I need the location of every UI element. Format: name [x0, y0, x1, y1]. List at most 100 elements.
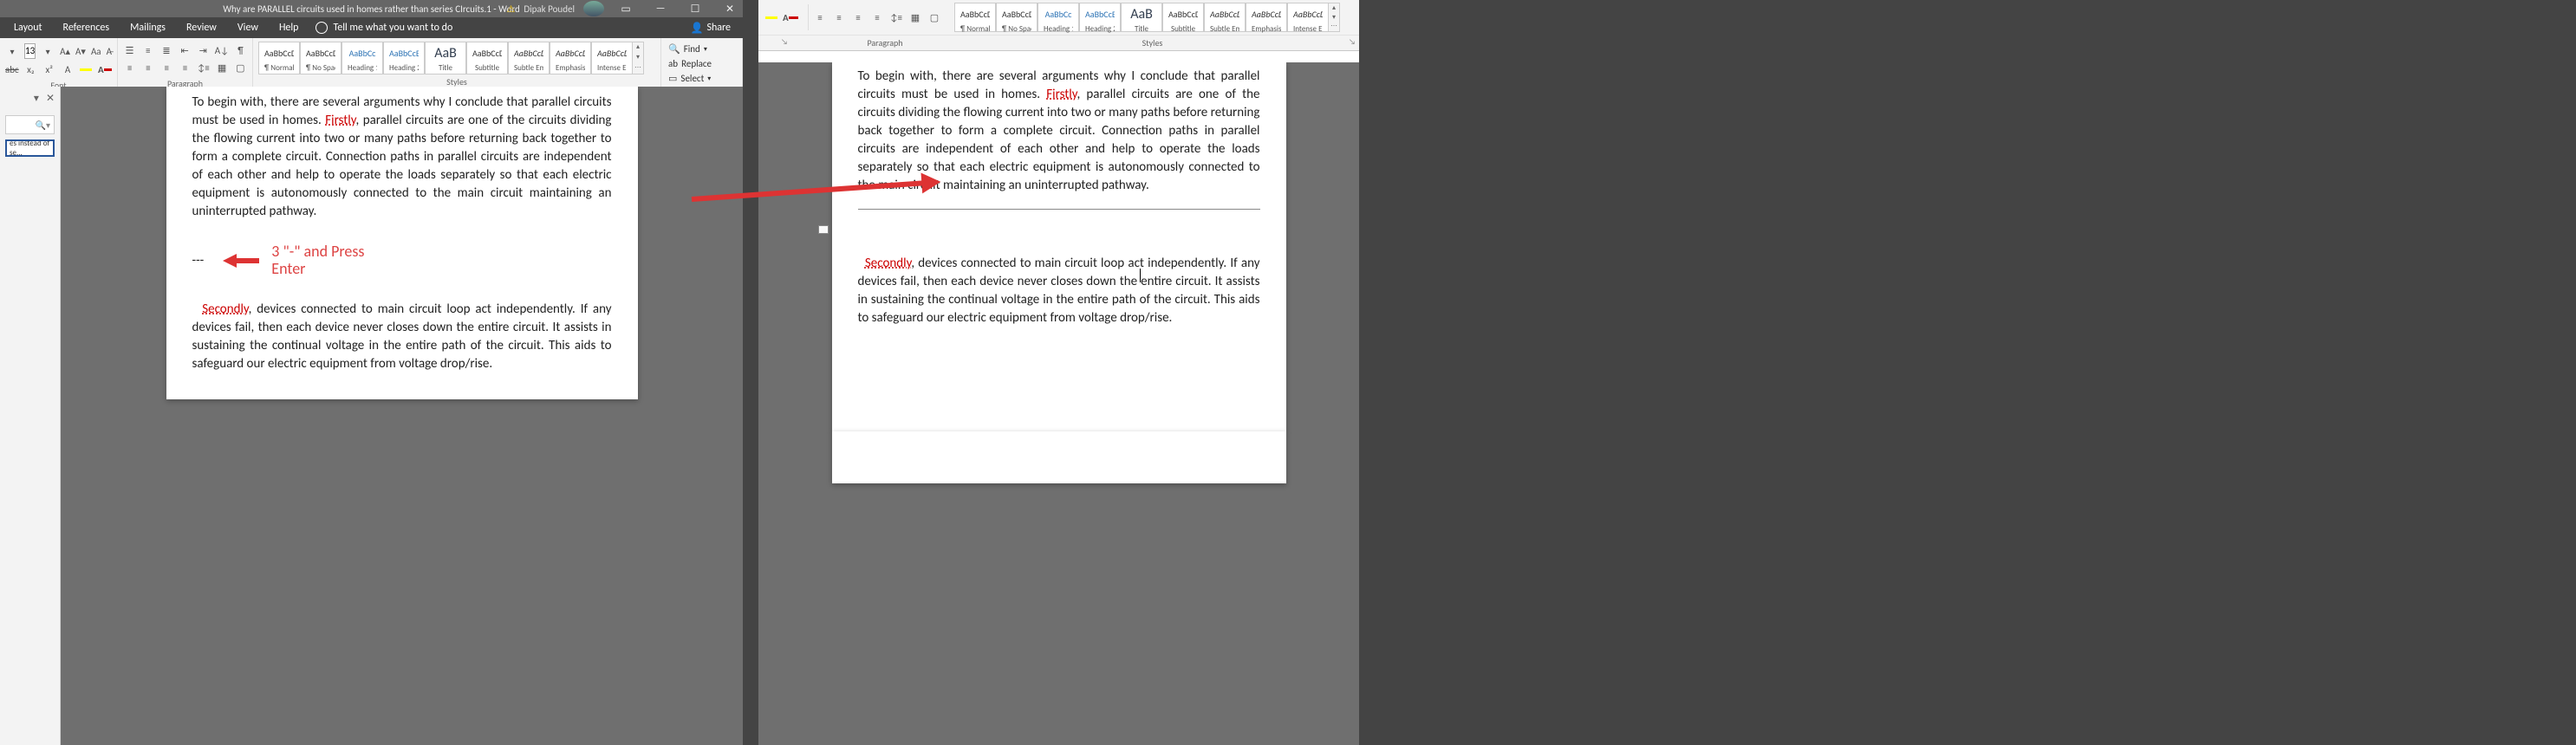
- tell-me[interactable]: Tell me what you want to do: [315, 22, 452, 34]
- align-right-icon[interactable]: ≡: [160, 61, 173, 74]
- style-intense-r[interactable]: AaBbCcDdIntense E...: [1287, 3, 1329, 32]
- lightbulb-icon: [315, 22, 328, 34]
- line-spacing-icon[interactable]: ↕≡: [197, 61, 210, 74]
- style-heading2[interactable]: AaBbCcEHeading 2: [383, 42, 425, 74]
- borders-icon[interactable]: ▢: [234, 61, 247, 74]
- document-canvas-left[interactable]: To begin with, there are several argumen…: [61, 87, 743, 745]
- styles-more-button-r[interactable]: ▴▾⋯: [1328, 3, 1340, 32]
- clear-formatting-icon[interactable]: A̶: [107, 44, 112, 58]
- style-no-spacing[interactable]: AaBbCcDd¶ No Spac...: [300, 42, 342, 74]
- highlight-icon-r[interactable]: [764, 10, 779, 25]
- user-name: Dipak Poudel: [524, 3, 575, 15]
- shading-icon[interactable]: ▦: [215, 61, 228, 74]
- strikethrough-icon[interactable]: abc: [5, 62, 19, 76]
- sort-icon[interactable]: A↓: [215, 43, 229, 57]
- borders-icon-r[interactable]: ▢: [927, 10, 942, 25]
- ribbon-display-button[interactable]: ▭: [613, 0, 639, 17]
- show-marks-icon[interactable]: ¶: [234, 43, 247, 57]
- style-heading1-r[interactable]: AaBbCcHeading 1: [1038, 3, 1079, 32]
- style-heading1[interactable]: AaBbCcHeading 1: [342, 42, 383, 74]
- share-button[interactable]: 👤 Share: [690, 22, 739, 35]
- font-size-input[interactable]: 13: [24, 43, 36, 59]
- ribbon-right: A ≡ ≡ ≡ ≡ ↕≡ ▦ ▢ AaBbCcDd¶ Normal AaBbCc…: [758, 0, 1359, 51]
- styles-gallery-right: AaBbCcDd¶ Normal AaBbCcDd¶ No Spac... Aa…: [954, 3, 1340, 32]
- subscript-icon[interactable]: x₂: [24, 62, 37, 76]
- tab-layout[interactable]: Layout: [3, 18, 53, 37]
- font-color-icon-r[interactable]: A: [783, 10, 798, 25]
- shrink-font-icon[interactable]: A▾: [75, 44, 86, 58]
- style-normal[interactable]: AaBbCcDd¶ Normal: [258, 42, 300, 74]
- font-family-dropdown[interactable]: ▾: [5, 44, 19, 58]
- text-effects-icon[interactable]: A: [61, 62, 74, 76]
- paragraph-1[interactable]: To begin with, there are several argumen…: [192, 94, 612, 221]
- font-dialog-launcher-r[interactable]: ↘: [758, 36, 810, 50]
- justify-icon-r[interactable]: ≡: [869, 10, 885, 25]
- nav-dropdown-icon[interactable]: ▾: [34, 92, 39, 105]
- dashes-line[interactable]: --- 3 "-" and Press Enter: [192, 221, 612, 278]
- document-canvas-right[interactable]: To begin with, there are several argumen…: [758, 62, 1359, 745]
- style-emphasis[interactable]: AaBbCcDdEmphasis: [550, 42, 591, 74]
- dashes-text: ---: [192, 253, 205, 269]
- change-case-icon[interactable]: Aa: [91, 44, 101, 58]
- nav-close-icon[interactable]: ✕: [46, 92, 55, 105]
- style-title-r[interactable]: AaBTitle: [1121, 3, 1162, 32]
- font-color-icon[interactable]: A: [98, 62, 112, 76]
- justify-icon[interactable]: ≡: [179, 61, 192, 74]
- align-left-icon[interactable]: ≡: [123, 61, 136, 74]
- tab-references[interactable]: References: [53, 18, 120, 37]
- styles-more-button[interactable]: ▴▾⋯: [632, 42, 644, 74]
- maximize-button[interactable]: ☐: [682, 0, 708, 17]
- align-right-icon-r[interactable]: ≡: [850, 10, 866, 25]
- superscript-icon[interactable]: x²: [42, 62, 55, 76]
- user-avatar[interactable]: [583, 1, 604, 16]
- style-intense-emphasis[interactable]: AaBbCcDdIntense E...: [591, 42, 633, 74]
- doc-title: Why are PARALLEL circuits used in homes …: [223, 3, 520, 15]
- page-left[interactable]: To begin with, there are several argumen…: [166, 87, 638, 399]
- style-nospac-r[interactable]: AaBbCcDd¶ No Spac...: [996, 3, 1038, 32]
- style-title[interactable]: AaBTitle: [425, 42, 466, 74]
- style-subtle-emphasis[interactable]: AaBbCcDdSubtle Em...: [508, 42, 550, 74]
- numbering-icon[interactable]: ≡: [141, 43, 154, 57]
- nav-search-input[interactable]: 🔍▾: [5, 115, 55, 134]
- style-subtle-em-r[interactable]: AaBbCcDdSubtle Em...: [1204, 3, 1246, 32]
- increase-indent-icon[interactable]: ⇥: [197, 43, 210, 57]
- tab-view[interactable]: View: [227, 18, 269, 37]
- align-center-icon[interactable]: ≡: [141, 61, 154, 74]
- paragraph-2-r[interactable]: Secondly, devices connected to main circ…: [858, 255, 1260, 327]
- horizontal-line: [858, 209, 1260, 210]
- tab-review[interactable]: Review: [176, 18, 227, 37]
- style-heading2-r[interactable]: AaBbCcEHeading 2: [1079, 3, 1121, 32]
- tab-help[interactable]: Help: [269, 18, 309, 37]
- paragraph-2[interactable]: Secondly, devices connected to main circ…: [192, 301, 612, 373]
- nav-heading-item[interactable]: es instead of se...: [5, 139, 55, 157]
- page-right-2[interactable]: [832, 431, 1286, 483]
- styles-dialog-launcher-r[interactable]: ↘: [1345, 36, 1359, 50]
- style-normal-r[interactable]: AaBbCcDd¶ Normal: [954, 3, 996, 32]
- style-emphasis-r[interactable]: AaBbCcDdEmphasis: [1246, 3, 1287, 32]
- tab-mailings[interactable]: Mailings: [120, 18, 176, 37]
- style-subtitle[interactable]: AaBbCcDSubtitle: [466, 42, 508, 74]
- warning-icon: ⚠: [506, 3, 515, 15]
- replace-icon: ab: [668, 58, 678, 69]
- share-label: Share: [706, 22, 731, 34]
- find-button[interactable]: 🔍Find▾: [668, 42, 735, 56]
- shading-icon-r[interactable]: ▦: [907, 10, 923, 25]
- highlight-icon[interactable]: [80, 62, 93, 76]
- align-center-icon-r[interactable]: ≡: [831, 10, 847, 25]
- grow-font-icon[interactable]: A▴: [60, 44, 70, 58]
- replace-button[interactable]: abReplace: [668, 56, 735, 71]
- multilevel-icon[interactable]: ≣: [159, 43, 172, 57]
- select-button[interactable]: ▭Select▾: [668, 71, 735, 86]
- callout-text: 3 "-" and Press Enter: [271, 243, 393, 278]
- ribbon-tabs: Layout References Mailings Review View H…: [0, 17, 743, 38]
- line-spacing-icon-r[interactable]: ↕≡: [888, 10, 904, 25]
- align-left-icon-r[interactable]: ≡: [812, 10, 828, 25]
- decrease-indent-icon[interactable]: ⇤: [179, 43, 192, 57]
- page-right-1[interactable]: To begin with, there are several argumen…: [832, 62, 1286, 431]
- close-button[interactable]: ✕: [717, 0, 743, 17]
- font-size-dropdown[interactable]: ▾: [41, 44, 55, 58]
- bullets-icon[interactable]: ☰: [123, 43, 136, 57]
- style-subtitle-r[interactable]: AaBbCcDSubtitle: [1162, 3, 1204, 32]
- titlebar: Why are PARALLEL circuits used in homes …: [0, 0, 743, 17]
- minimize-button[interactable]: —: [647, 0, 673, 17]
